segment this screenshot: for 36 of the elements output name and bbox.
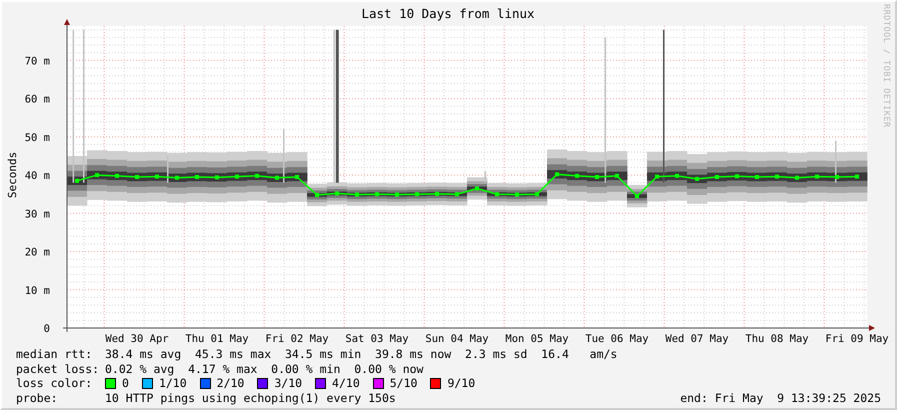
x-tick-label: Thu 08 May <box>745 333 809 345</box>
x-tick-label: Fri 02 May <box>265 333 329 345</box>
legend-text: 5/10 <box>390 376 418 390</box>
legend-text: 1/10 <box>158 376 187 390</box>
y-tick-label: 70 m <box>24 55 50 68</box>
legend-text: 10 HTTP pings using echoping(1) every 150s <box>105 390 396 405</box>
y-tick-label: 60 m <box>24 94 50 106</box>
y-tick-label: 40 m <box>24 170 50 182</box>
x-tick-label: Sat 03 May <box>345 333 409 345</box>
legend-text: 2/10 <box>216 376 244 390</box>
legend-text: 4/10 <box>332 376 360 390</box>
axis-title: Seconds <box>6 152 19 198</box>
legend-text: 3/10 <box>274 376 302 390</box>
x-tick-label: Thu 01 May <box>185 333 249 345</box>
x-tick-label: Wed 07 May <box>665 333 729 345</box>
y-tick-label: 10 m <box>24 284 50 297</box>
legend-label: median rtt: <box>16 347 94 362</box>
x-tick-label: Mon 05 May <box>505 333 569 345</box>
chart-title: Last 10 Days from linux <box>361 6 535 21</box>
x-tick-label: Wed 30 Apr <box>105 333 169 345</box>
legend-text: 0.02 % avg 4.17 % max 0.00 % min 0.00 % now <box>105 362 424 376</box>
watermark: RRDTOOL / TOBI OETIKER <box>881 4 891 128</box>
x-tick-label: Fri 09 May <box>825 333 889 345</box>
end-time: end: Fri May 9 13:39:25 2025 <box>680 390 881 405</box>
legend-text: 9/10 <box>447 376 476 390</box>
y-tick-label: 30 m <box>24 208 50 220</box>
legend-label: loss color: <box>16 376 94 390</box>
x-tick-label: Sun 04 May <box>425 333 489 345</box>
legend-text: 0 <box>122 376 129 390</box>
legend-label: probe: <box>16 390 59 405</box>
y-tick-label: 0 <box>44 323 50 335</box>
y-tick-label: 20 m <box>24 246 50 259</box>
x-tick-label: Tue 06 May <box>585 333 649 345</box>
legend-text: 38.4 ms avg 45.3 ms max 34.5 ms min 39.8 ms now 2.3 ms sd 16.4 am/s <box>105 347 618 362</box>
legend-label: packet loss: <box>16 362 100 376</box>
y-tick-label: 50 m <box>24 132 50 144</box>
